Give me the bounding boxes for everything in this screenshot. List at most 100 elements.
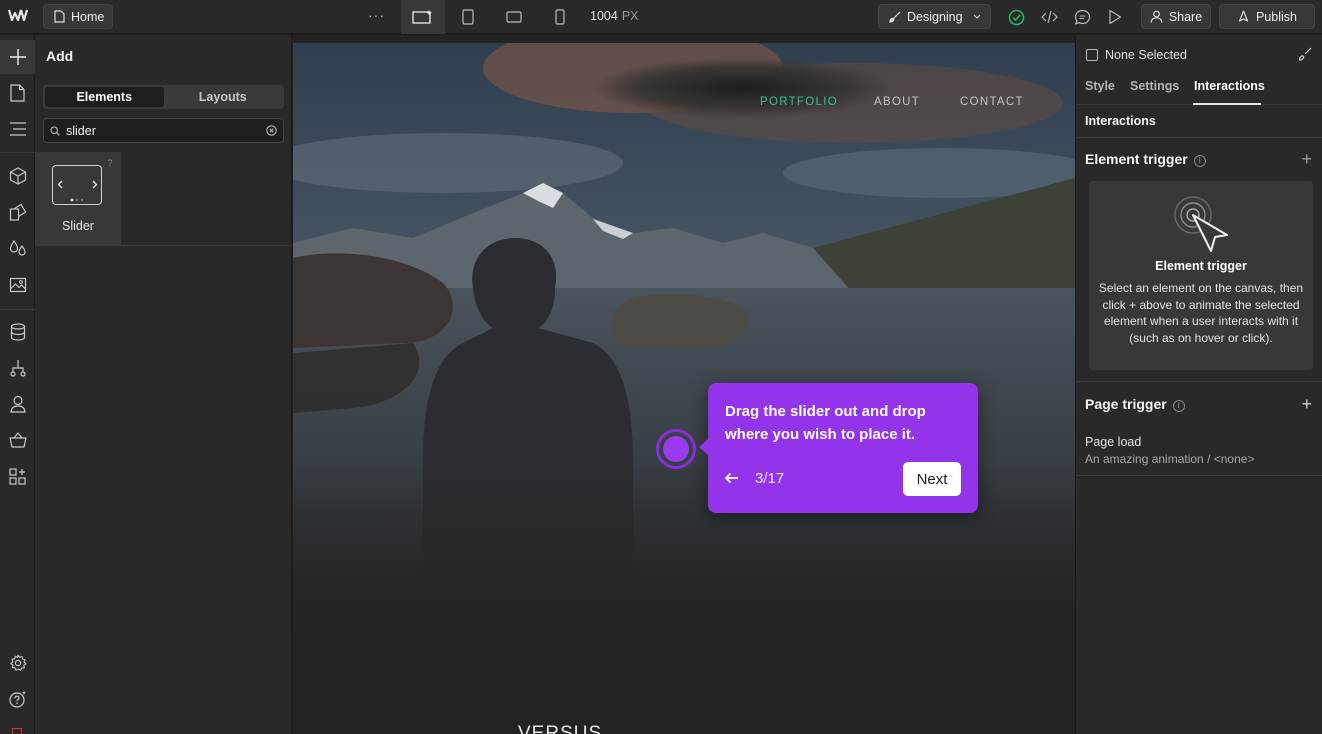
slider-thumbnail-icon: [52, 165, 102, 205]
card-title: Element trigger: [1155, 259, 1247, 273]
info-icon[interactable]: i: [1172, 399, 1185, 412]
webflow-logo-icon[interactable]: [7, 8, 29, 26]
style-selectors-button[interactable]: [0, 231, 35, 265]
panel-title: Add: [46, 48, 74, 64]
code-icon[interactable]: [1040, 8, 1058, 26]
search-icon: [50, 125, 60, 136]
tab-elements[interactable]: Elements: [45, 87, 164, 107]
more-options-icon[interactable]: ···: [368, 7, 385, 23]
mode-dropdown-button[interactable]: Designing: [878, 4, 991, 29]
user-icon: [1150, 10, 1163, 23]
users-button[interactable]: [0, 387, 35, 421]
variables-button[interactable]: [0, 195, 35, 229]
nav-link-portfolio[interactable]: PORTFOLIO: [760, 96, 838, 108]
info-icon[interactable]: i: [1193, 154, 1206, 167]
interactions-section-title: Interactions: [1085, 114, 1156, 128]
tour-back-button[interactable]: [724, 471, 739, 488]
page-trigger-title: Page trigger: [1085, 396, 1167, 412]
database-icon: [10, 323, 25, 341]
nav-link-about[interactable]: ABOUT: [874, 96, 920, 108]
swatch-book-icon: [9, 203, 26, 221]
page-trigger-heading: Page trigger i: [1085, 396, 1185, 412]
preview-play-icon[interactable]: [1106, 8, 1124, 26]
cms-button[interactable]: [0, 315, 35, 349]
add-page-trigger-button[interactable]: +: [1301, 394, 1312, 415]
gear-icon: [9, 654, 27, 671]
share-label: Share: [1168, 9, 1203, 24]
tablet-breakpoint-button[interactable]: [446, 0, 490, 34]
components-button[interactable]: [0, 159, 35, 193]
ecommerce-button[interactable]: [0, 423, 35, 457]
page-icon: [54, 10, 65, 23]
help-sparkle-icon: [8, 690, 26, 708]
mobile-portrait-breakpoint-button[interactable]: [538, 0, 582, 34]
publish-label: Publish: [1256, 9, 1297, 24]
tour-hotspot-dot: [663, 436, 689, 462]
comments-icon[interactable]: [1073, 8, 1091, 26]
status-check-icon[interactable]: [1007, 8, 1025, 26]
logic-button[interactable]: [0, 351, 35, 385]
apps-grid-icon: [9, 467, 26, 485]
nav-link-contact[interactable]: CONTACT: [960, 96, 1024, 108]
tour-next-button[interactable]: Next: [903, 462, 961, 496]
publish-button[interactable]: Publish: [1219, 4, 1315, 29]
page-icon: [10, 84, 25, 102]
image-icon: [9, 277, 26, 293]
selection-indicator: None Selected: [1086, 48, 1187, 62]
page-selector-button[interactable]: Home: [43, 4, 113, 29]
cube-icon: [9, 167, 26, 185]
droplets-icon: [9, 239, 26, 256]
navigator-icon: [9, 122, 26, 136]
element-trigger-empty-card: Element trigger Select an element on the…: [1089, 181, 1313, 370]
tour-step-counter: 3/17: [755, 470, 785, 487]
section-heading: VERSUS: [518, 723, 603, 734]
tile-help-icon[interactable]: ?: [103, 156, 117, 170]
page-load-trigger-label[interactable]: Page load: [1085, 435, 1141, 449]
tour-tooltip: Drag the slider out and drop where you w…: [699, 383, 978, 513]
mode-label: Designing: [907, 9, 963, 24]
rocket-icon: [1238, 10, 1249, 22]
tooltip-text: Drag the slider out and drop where you w…: [725, 403, 926, 443]
add-panel-tabs: Elements Layouts: [43, 85, 284, 109]
search-input[interactable]: [66, 123, 260, 138]
top-toolbar: Home ··· 1004 PX Designing Share Publish: [0, 0, 1322, 34]
tab-interactions[interactable]: Interactions: [1194, 79, 1265, 93]
assets-button[interactable]: [0, 267, 35, 301]
navigator-button[interactable]: [0, 112, 35, 146]
clear-search-icon[interactable]: [266, 125, 277, 136]
left-icon-rail: [0, 35, 35, 734]
canvas-width-unit: PX: [621, 9, 639, 23]
notification-badge-icon[interactable]: [12, 728, 22, 734]
mobile-landscape-icon: [506, 11, 522, 23]
share-button[interactable]: Share: [1141, 4, 1211, 29]
add-panel-button[interactable]: [0, 40, 35, 74]
apps-button[interactable]: [0, 459, 35, 493]
add-element-trigger-button[interactable]: +: [1301, 149, 1312, 170]
plus-icon: [9, 49, 26, 65]
design-canvas[interactable]: PORTFOLIO ABOUT CONTACT VERSUS Drag the …: [293, 35, 1075, 734]
desktop-breakpoint-button[interactable]: [401, 0, 445, 34]
mobile-portrait-icon: [555, 9, 565, 25]
canvas-width-readout: 1004 PX: [590, 9, 639, 23]
element-trigger-title: Element trigger: [1085, 151, 1188, 167]
add-panel: Add Elements Layouts ? Slider: [35, 35, 292, 734]
slider-element-tile[interactable]: ? Slider: [35, 152, 121, 245]
tab-settings[interactable]: Settings: [1130, 79, 1179, 93]
tooltip-pointer: [699, 438, 709, 456]
cursor-click-icon: [1174, 196, 1228, 252]
mobile-landscape-breakpoint-button[interactable]: [492, 0, 536, 34]
tab-style[interactable]: Style: [1085, 79, 1115, 93]
desktop-star-icon: [412, 10, 432, 24]
pages-button[interactable]: [0, 76, 35, 110]
element-trigger-heading: Element trigger i: [1085, 151, 1206, 167]
tour-hotspot: [656, 429, 696, 469]
tablet-icon: [462, 9, 474, 25]
element-search: [43, 118, 284, 143]
arrow-left-icon: [724, 472, 738, 484]
settings-button[interactable]: [0, 646, 35, 680]
clear-styles-brush-icon[interactable]: [1298, 47, 1312, 64]
tab-layouts[interactable]: Layouts: [164, 87, 283, 107]
user-icon: [9, 395, 26, 413]
help-button[interactable]: [0, 682, 35, 716]
selection-label: None Selected: [1105, 48, 1188, 62]
